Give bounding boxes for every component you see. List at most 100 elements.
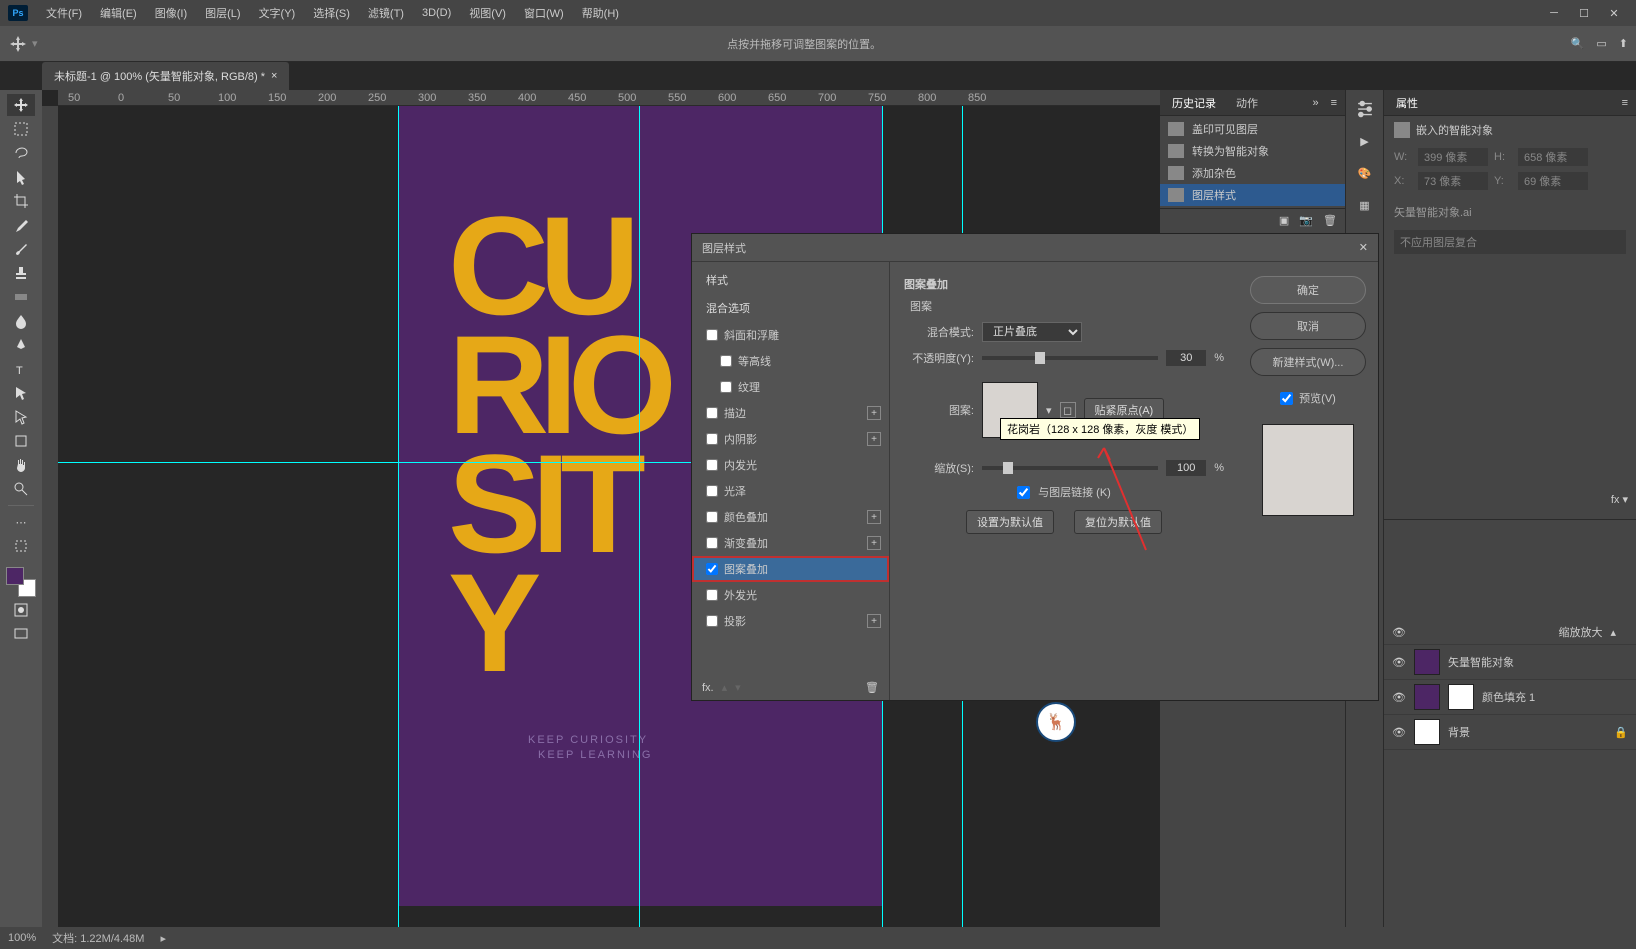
quick-mask-tool[interactable] bbox=[7, 599, 35, 621]
reset-default-button[interactable]: 复位为默认值 bbox=[1074, 510, 1162, 534]
eye-icon[interactable]: 👁 bbox=[1392, 626, 1406, 639]
layer-comp-select[interactable]: 不应用图层复合 bbox=[1394, 230, 1626, 254]
style-pattern-overlay[interactable]: 图案叠加 bbox=[692, 556, 889, 582]
style-color-overlay[interactable]: 颜色叠加+ bbox=[692, 504, 889, 530]
history-item-active[interactable]: 图层样式 bbox=[1160, 184, 1345, 206]
height-input[interactable] bbox=[1518, 148, 1588, 166]
screen-mode-tool[interactable] bbox=[7, 623, 35, 645]
collapse-icon[interactable]: ▴ bbox=[1610, 626, 1616, 639]
checkbox[interactable] bbox=[706, 615, 718, 627]
checkbox[interactable] bbox=[706, 407, 718, 419]
menu-help[interactable]: 帮助(H) bbox=[574, 1, 627, 25]
more-tools[interactable]: ⋯ bbox=[7, 511, 35, 533]
scale-slider[interactable] bbox=[982, 466, 1158, 470]
blend-options[interactable]: 混合选项 bbox=[692, 294, 889, 322]
history-item[interactable]: 添加杂色 bbox=[1160, 162, 1345, 184]
style-inner-shadow[interactable]: 内阴影+ bbox=[692, 426, 889, 452]
style-contour[interactable]: 等高线 bbox=[692, 348, 889, 374]
new-pattern-icon[interactable]: ◻ bbox=[1060, 402, 1076, 418]
search-icon[interactable]: 🔍 bbox=[1571, 37, 1585, 50]
style-texture[interactable]: 纹理 bbox=[692, 374, 889, 400]
tab-properties[interactable]: 属性 bbox=[1392, 91, 1422, 115]
libraries-icon[interactable]: ▦ bbox=[1354, 194, 1376, 216]
snapshot-icon[interactable]: ▣ bbox=[1279, 214, 1289, 227]
quick-select-tool[interactable] bbox=[7, 166, 35, 188]
history-item[interactable]: 盖印可见图层 bbox=[1160, 118, 1345, 140]
checkbox[interactable] bbox=[706, 485, 718, 497]
minimize-button[interactable]: ─ bbox=[1540, 3, 1568, 23]
menu-edit[interactable]: 编辑(E) bbox=[92, 1, 145, 25]
close-tab-icon[interactable]: × bbox=[271, 70, 277, 82]
fx-indicator[interactable]: 缩放放大 bbox=[1558, 624, 1602, 640]
add-icon[interactable]: + bbox=[867, 614, 881, 628]
workspace-icon[interactable]: ▭ bbox=[1596, 37, 1606, 50]
style-outer-glow[interactable]: 外发光 bbox=[692, 582, 889, 608]
color-swatches[interactable] bbox=[6, 567, 36, 597]
menu-window[interactable]: 窗口(W) bbox=[516, 1, 572, 25]
move-tool-icon[interactable] bbox=[8, 34, 28, 54]
style-gradient-overlay[interactable]: 渐变叠加+ bbox=[692, 530, 889, 556]
style-satin[interactable]: 光泽 bbox=[692, 478, 889, 504]
guide-v2[interactable] bbox=[639, 106, 640, 927]
direct-select-tool[interactable] bbox=[7, 406, 35, 428]
pen-tool[interactable] bbox=[7, 334, 35, 356]
pattern-dropdown-icon[interactable]: ▾ bbox=[1046, 404, 1052, 417]
menu-layer[interactable]: 图层(L) bbox=[197, 1, 248, 25]
eye-icon[interactable]: 👁 bbox=[1392, 726, 1406, 739]
layer-name[interactable]: 矢量智能对象 bbox=[1448, 654, 1514, 670]
layer-name[interactable]: 颜色填充 1 bbox=[1482, 689, 1535, 705]
gradient-tool[interactable] bbox=[7, 286, 35, 308]
blend-mode-select[interactable]: 正片叠底 bbox=[982, 322, 1082, 342]
foreground-color[interactable] bbox=[6, 567, 24, 585]
y-input[interactable] bbox=[1518, 172, 1588, 190]
lasso-tool[interactable] bbox=[7, 142, 35, 164]
history-item[interactable]: 转换为智能对象 bbox=[1160, 140, 1345, 162]
marquee-tool[interactable] bbox=[7, 118, 35, 140]
menu-filter[interactable]: 滤镜(T) bbox=[360, 1, 412, 25]
checkbox[interactable] bbox=[706, 433, 718, 445]
checkbox[interactable] bbox=[706, 589, 718, 601]
status-dropdown-icon[interactable]: ▸ bbox=[160, 932, 166, 945]
checkbox[interactable] bbox=[720, 381, 732, 393]
add-icon[interactable]: + bbox=[867, 536, 881, 550]
menu-view[interactable]: 视图(V) bbox=[461, 1, 514, 25]
menu-file[interactable]: 文件(F) bbox=[38, 1, 90, 25]
eye-icon[interactable]: 👁 bbox=[1392, 656, 1406, 669]
layer-row[interactable]: 👁 颜色填充 1 bbox=[1384, 680, 1636, 715]
link-layer-checkbox[interactable] bbox=[1017, 486, 1030, 499]
cancel-button[interactable]: 取消 bbox=[1250, 312, 1366, 340]
panel-collapse-icon[interactable]: » bbox=[1312, 97, 1318, 109]
styles-header[interactable]: 样式 bbox=[692, 266, 889, 294]
maximize-button[interactable]: ☐ bbox=[1570, 3, 1598, 23]
close-dialog-icon[interactable]: ✕ bbox=[1359, 241, 1368, 254]
crop-tool[interactable] bbox=[7, 190, 35, 212]
set-default-button[interactable]: 设置为默认值 bbox=[966, 510, 1054, 534]
checkbox[interactable] bbox=[706, 459, 718, 471]
brush-tool[interactable] bbox=[7, 238, 35, 260]
play-icon[interactable]: ▶ bbox=[1354, 130, 1376, 152]
checkbox[interactable] bbox=[706, 511, 718, 523]
doc-size[interactable]: 文档: 1.22M/4.48M bbox=[52, 930, 144, 946]
scale-input[interactable] bbox=[1166, 460, 1206, 476]
guide-v1[interactable] bbox=[398, 106, 399, 927]
menu-3d[interactable]: 3D(D) bbox=[414, 3, 459, 23]
panel-menu-icon[interactable]: ≡ bbox=[1622, 97, 1628, 109]
zoom-level[interactable]: 100% bbox=[8, 932, 36, 944]
opacity-input[interactable] bbox=[1166, 350, 1206, 366]
down-icon[interactable]: ▾ bbox=[735, 681, 741, 694]
style-stroke[interactable]: 描边+ bbox=[692, 400, 889, 426]
edit-toolbar[interactable] bbox=[7, 535, 35, 557]
new-style-button[interactable]: 新建样式(W)... bbox=[1250, 348, 1366, 376]
panel-menu-icon[interactable]: ≡ bbox=[1331, 97, 1337, 109]
layer-row[interactable]: 👁 背景 🔒 bbox=[1384, 715, 1636, 750]
width-input[interactable] bbox=[1418, 148, 1488, 166]
move-tool[interactable] bbox=[7, 94, 35, 116]
share-icon[interactable]: ⬆ bbox=[1619, 37, 1628, 50]
delete-style-icon[interactable]: 🗑 bbox=[865, 681, 879, 694]
x-input[interactable] bbox=[1418, 172, 1488, 190]
checkbox[interactable] bbox=[706, 563, 718, 575]
layer-row[interactable]: 👁 缩放放大 ▴ bbox=[1384, 620, 1636, 645]
hand-tool[interactable] bbox=[7, 454, 35, 476]
eye-icon[interactable]: 👁 bbox=[1392, 691, 1406, 704]
stamp-tool[interactable] bbox=[7, 262, 35, 284]
